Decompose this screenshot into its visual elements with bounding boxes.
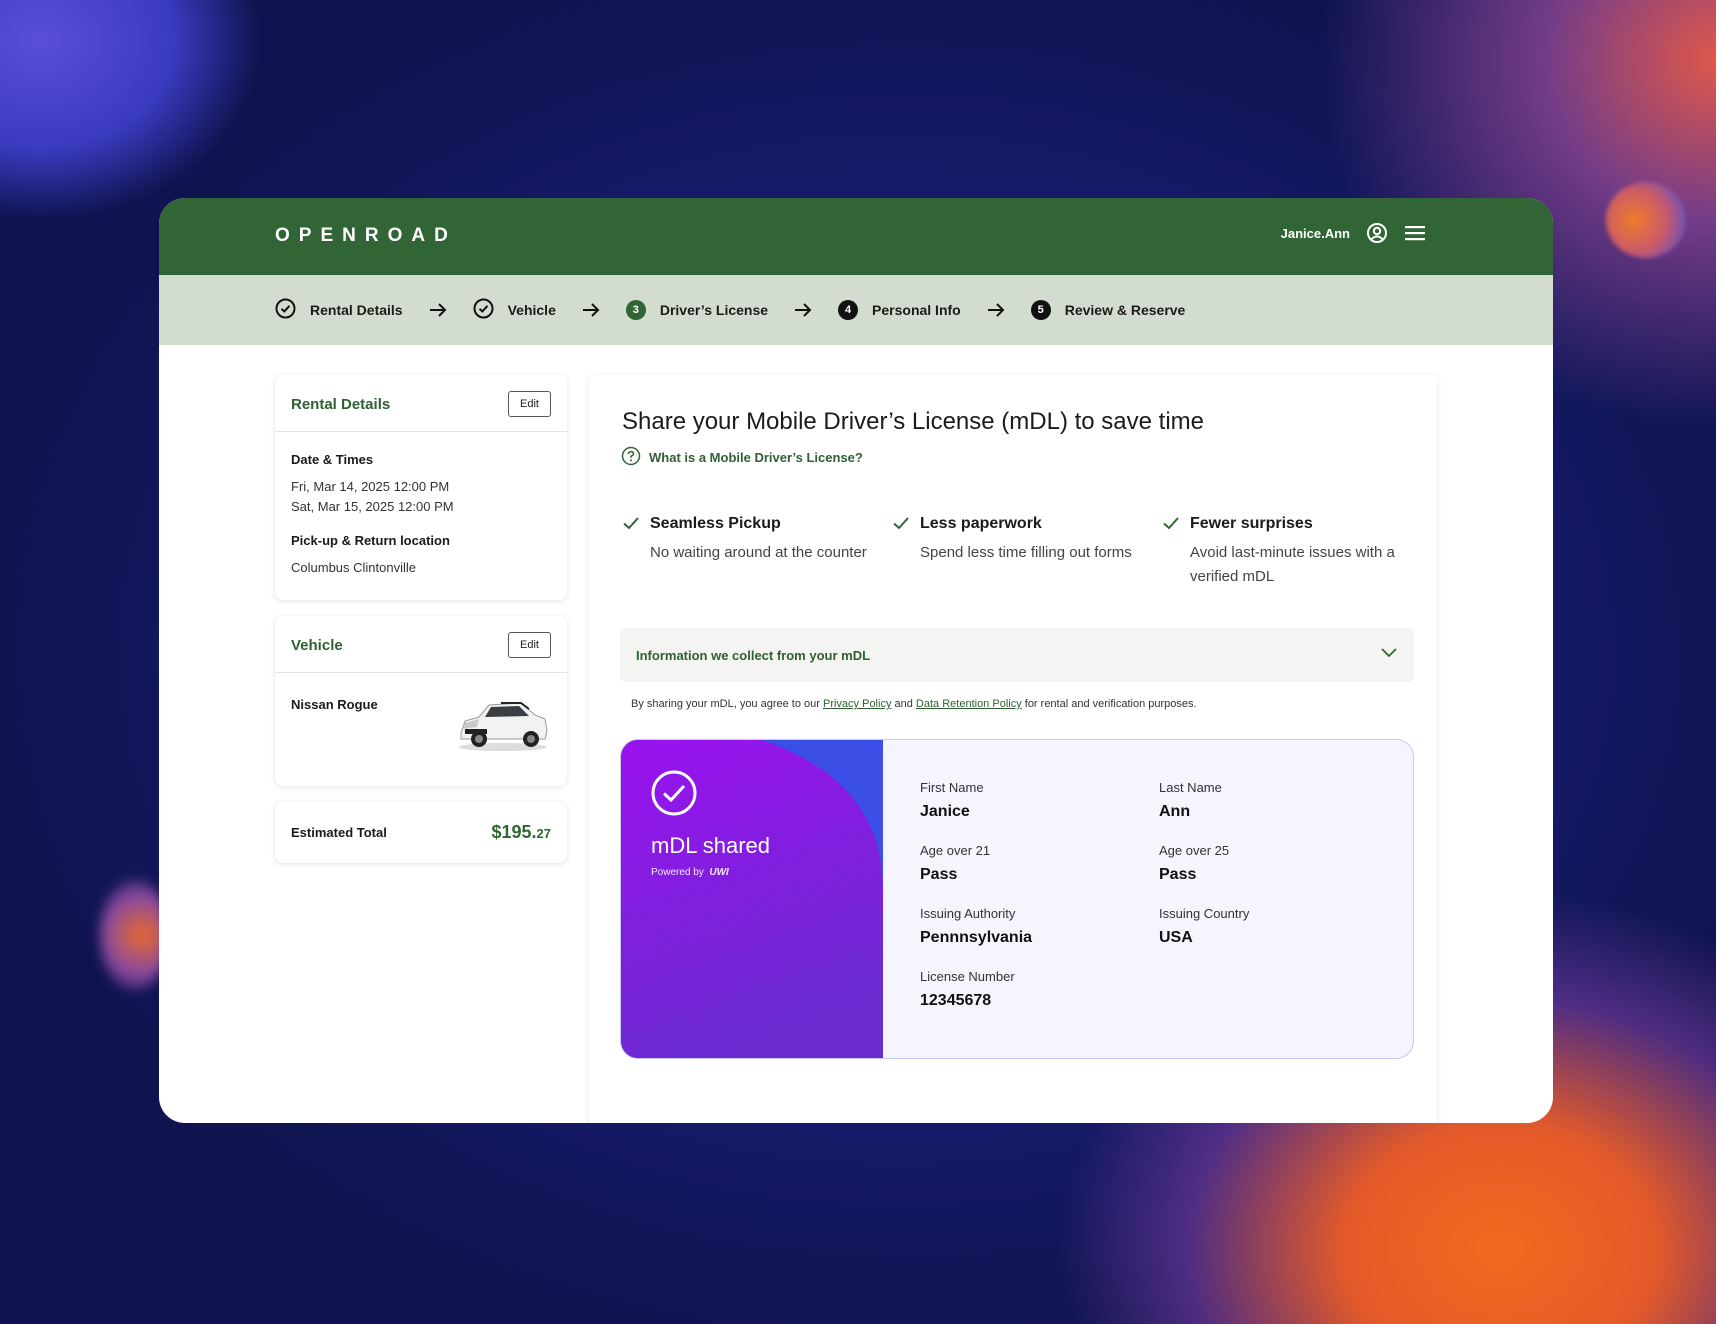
vehicle-image [455, 697, 551, 758]
step-personal-info[interactable]: 4 Personal Info [838, 300, 961, 320]
help-circle-icon [621, 446, 641, 469]
logo[interactable]: OPENROAD [275, 225, 457, 247]
step-label: Rental Details [310, 302, 403, 318]
user-menu: Janice.Ann [1281, 222, 1426, 244]
step-drivers-license[interactable]: 3 Driver’s License [625, 300, 769, 320]
edit-rental-button[interactable]: Edit [508, 391, 551, 417]
card-title: Vehicle [291, 636, 343, 654]
arrow-right-icon [794, 302, 812, 318]
username[interactable]: Janice.Ann [1281, 226, 1350, 241]
mdl-shared-card: mDL shared Powered by UWI First Name Jani… [620, 739, 1414, 1059]
step-label: Vehicle [507, 302, 556, 318]
date-times-label: Date & Times [291, 452, 374, 467]
rental-details-card: Rental Details Edit Date & Times Fri, Ma… [275, 375, 567, 600]
accordion-title: Information we collect from your mDL [636, 647, 871, 663]
vehicle-card: Vehicle Edit Nissan Rogue [275, 616, 567, 786]
what-is-mdl-link[interactable]: What is a Mobile Driver’s License? [621, 446, 863, 469]
powered-by: Powered by UWI [651, 867, 729, 878]
app-window: OPENROAD Janice.Ann Rental Details Vehic… [159, 198, 1553, 1123]
step-rental-details[interactable]: Rental Details [275, 298, 403, 322]
step-number-badge: 3 [625, 300, 646, 320]
data-retention-policy-link[interactable]: Data Retention Policy [916, 698, 1022, 710]
step-number-badge: 5 [1030, 300, 1051, 320]
arrow-right-icon [429, 302, 447, 318]
benefit-item: Fewer surprises Avoid last-minute issues … [1162, 515, 1432, 589]
edit-vehicle-button[interactable]: Edit [508, 632, 551, 658]
step-label: Review & Reserve [1064, 302, 1186, 318]
arrow-right-icon [987, 302, 1005, 318]
field-license-number: License Number 12345678 [920, 969, 1015, 1009]
decorative-blob [1606, 182, 1686, 258]
rental-summary-sidebar: Rental Details Edit Date & Times Fri, Ma… [275, 375, 567, 879]
return-datetime: Sat, Mar 15, 2025 12:00 PM [291, 499, 454, 514]
mdl-share-panel: Share your Mobile Driver’s License (mDL)… [589, 375, 1437, 1123]
check-circle-icon [275, 298, 296, 322]
estimated-total-label: Estimated Total [291, 825, 387, 840]
check-circle-icon [473, 298, 494, 322]
step-label: Personal Info [872, 302, 961, 318]
benefit-item: Seamless Pickup No waiting around at the … [622, 515, 892, 589]
hamburger-menu-icon[interactable] [1404, 224, 1426, 242]
user-avatar-icon[interactable] [1366, 222, 1388, 244]
estimated-total-card: Estimated Total $195.27 [275, 802, 567, 863]
field-age-over-25: Age over 25 Pass [1159, 843, 1230, 883]
benefits-list: Seamless Pickup No waiting around at the … [622, 515, 1432, 589]
checkmark-icon [622, 515, 640, 589]
checkmark-icon [892, 515, 910, 589]
page-title: Share your Mobile Driver’s License (mDL)… [622, 408, 1204, 435]
pickup-datetime: Fri, Mar 14, 2025 12:00 PM [291, 479, 450, 494]
location-value: Columbus Clintonville [291, 560, 416, 575]
location-label: Pick-up & Return location [291, 533, 450, 548]
top-nav: OPENROAD Janice.Ann [159, 198, 1553, 275]
arrow-right-icon [582, 302, 600, 318]
checkmark-icon [1162, 515, 1180, 589]
collected-info-accordion[interactable]: Information we collect from your mDL [620, 628, 1414, 682]
chevron-down-icon[interactable] [1380, 646, 1398, 664]
field-issuing-authority: Issuing Authority Pennnsylvania [920, 906, 1033, 946]
mdl-fields: First Name Janice Last Name Ann Age over 2… [920, 780, 1359, 1010]
field-last-name: Last Name Ann [1159, 780, 1222, 820]
benefit-item: Less paperwork Spend less time filling ou… [892, 515, 1162, 589]
step-number-badge: 4 [838, 300, 859, 320]
mdl-status-title: mDL shared [651, 833, 771, 858]
field-first-name: First Name Janice [920, 780, 984, 820]
progress-stepper: Rental Details Vehicle 3 Driver’s Licens… [159, 275, 1553, 345]
estimated-total-price: $195.27 [491, 822, 551, 842]
mdl-status-panel: mDL shared Powered by UWI [621, 740, 883, 1058]
step-review-reserve[interactable]: 5 Review & Reserve [1030, 300, 1186, 320]
card-title: Rental Details [291, 395, 391, 413]
privacy-policy-link[interactable]: Privacy Policy [823, 698, 891, 710]
check-circle-icon [651, 770, 697, 820]
step-vehicle[interactable]: Vehicle [473, 298, 556, 322]
vehicle-name: Nissan Rogue [291, 697, 378, 712]
field-issuing-country: Issuing Country USA [1159, 906, 1250, 946]
field-age-over-21: Age over 21 Pass [920, 843, 991, 883]
consent-text: By sharing your mDL, you agree to our Pr… [631, 698, 1197, 710]
step-label: Driver’s License [659, 302, 769, 318]
